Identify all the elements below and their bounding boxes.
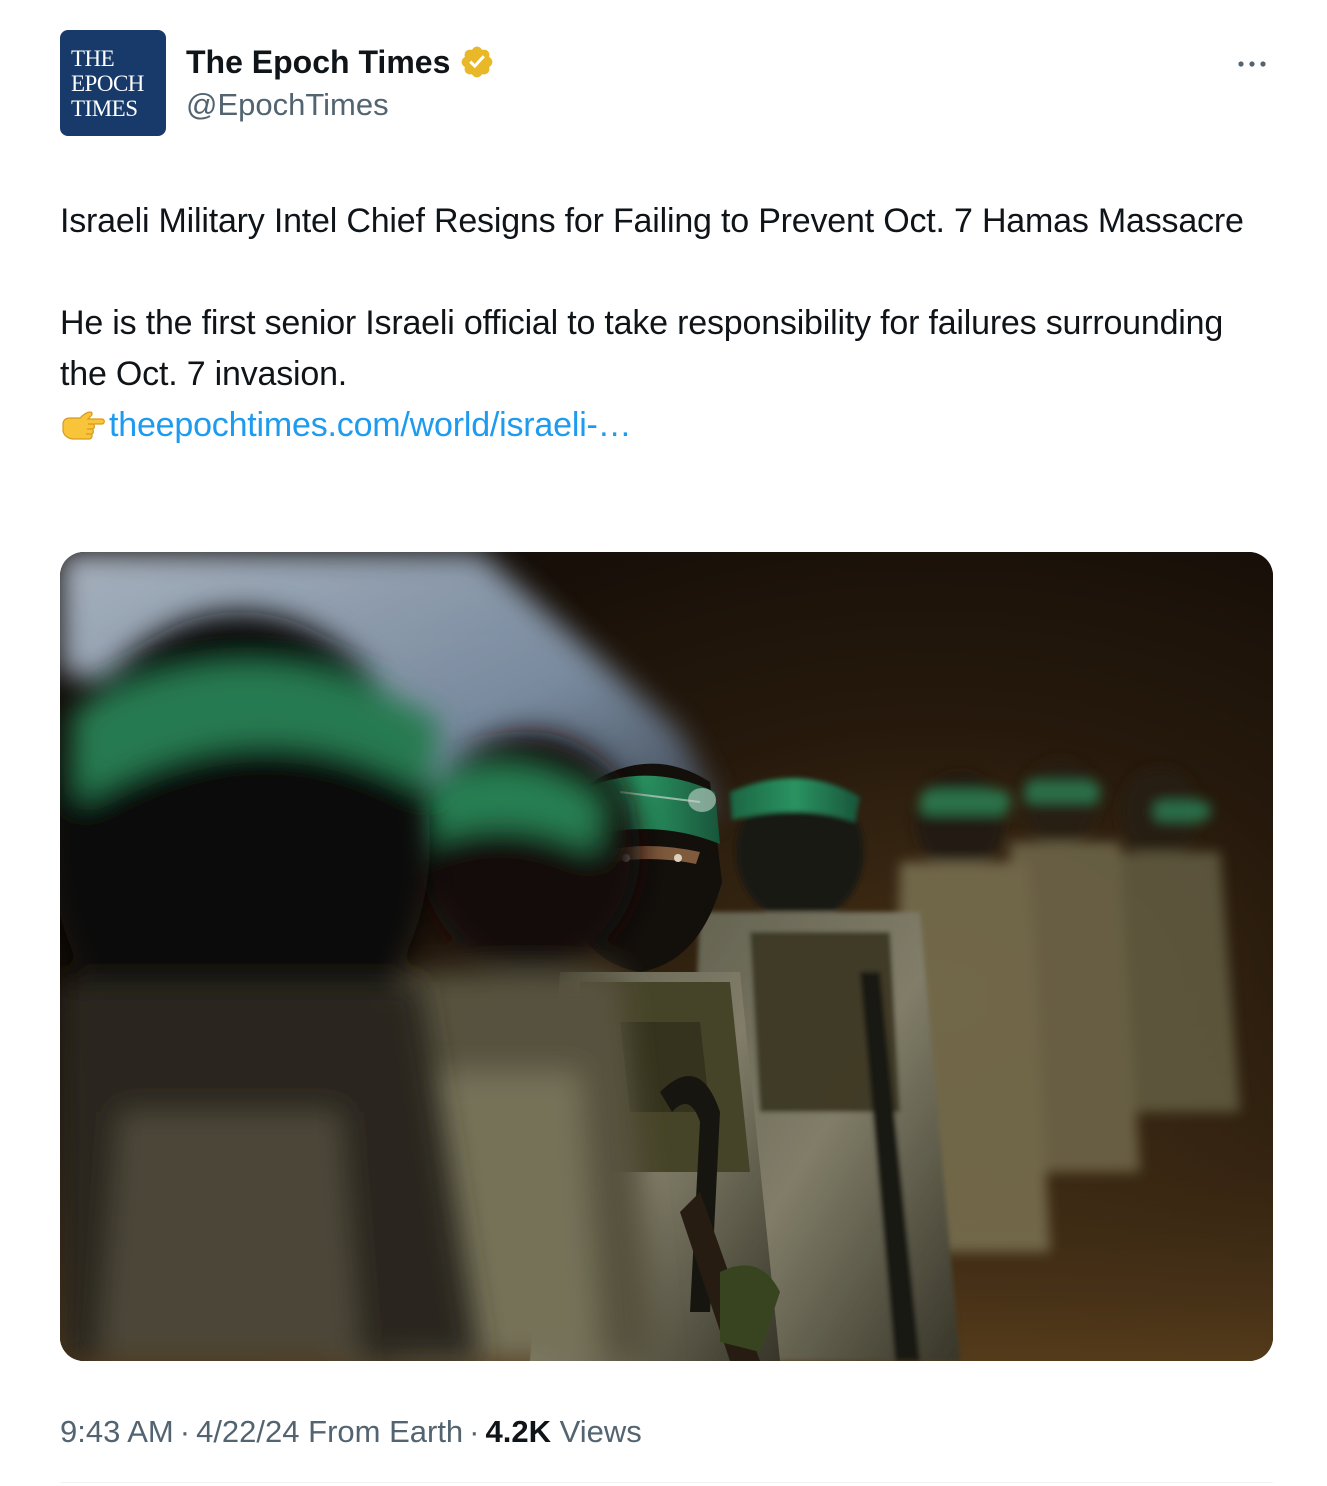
meta-separator-2: · [469,1414,480,1449]
photo-militants-at-night [60,552,1273,1361]
tweet-meta: 9:43 AM · 4/22/24 From Earth · 4.2K Views [60,1412,642,1452]
views-count: 4.2K [485,1414,551,1449]
avatar-line-1: THE [71,45,115,71]
more-options-button[interactable] [1232,50,1272,78]
avatar-line-3: TIMES [71,95,138,121]
meta-separator: · [179,1414,191,1449]
article-link[interactable]: theepochtimes.com/world/israeli-… [109,400,632,451]
account-handle[interactable]: @EpochTimes [186,86,389,124]
display-name[interactable]: The Epoch Times [186,42,450,82]
link-line: theepochtimes.com/world/israeli-… [60,400,1272,451]
divider [60,1482,1273,1483]
tweet-headline: Israeli Military Intel Chief Resigns for… [60,202,1244,240]
tweet-summary: He is the first senior Israeli official … [60,304,1224,393]
tweet-card: THE EPOCH TIMES The Epoch Times @EpochTi… [0,0,1327,1486]
avatar-line-2: EPOCH [71,70,144,96]
tweet-photo[interactable] [60,552,1273,1361]
tweet-source: From Earth [308,1414,464,1449]
tweet-date[interactable]: 4/22/24 [196,1414,299,1449]
verified-badge-icon [461,46,493,78]
tweet-text: Israeli Military Intel Chief Resigns for… [60,196,1272,451]
ellipsis-icon [1238,61,1266,67]
tweet-time[interactable]: 9:43 AM [60,1414,174,1449]
pointing-finger-icon [62,410,105,440]
avatar[interactable]: THE EPOCH TIMES [60,30,166,136]
views-label: Views [559,1414,642,1449]
